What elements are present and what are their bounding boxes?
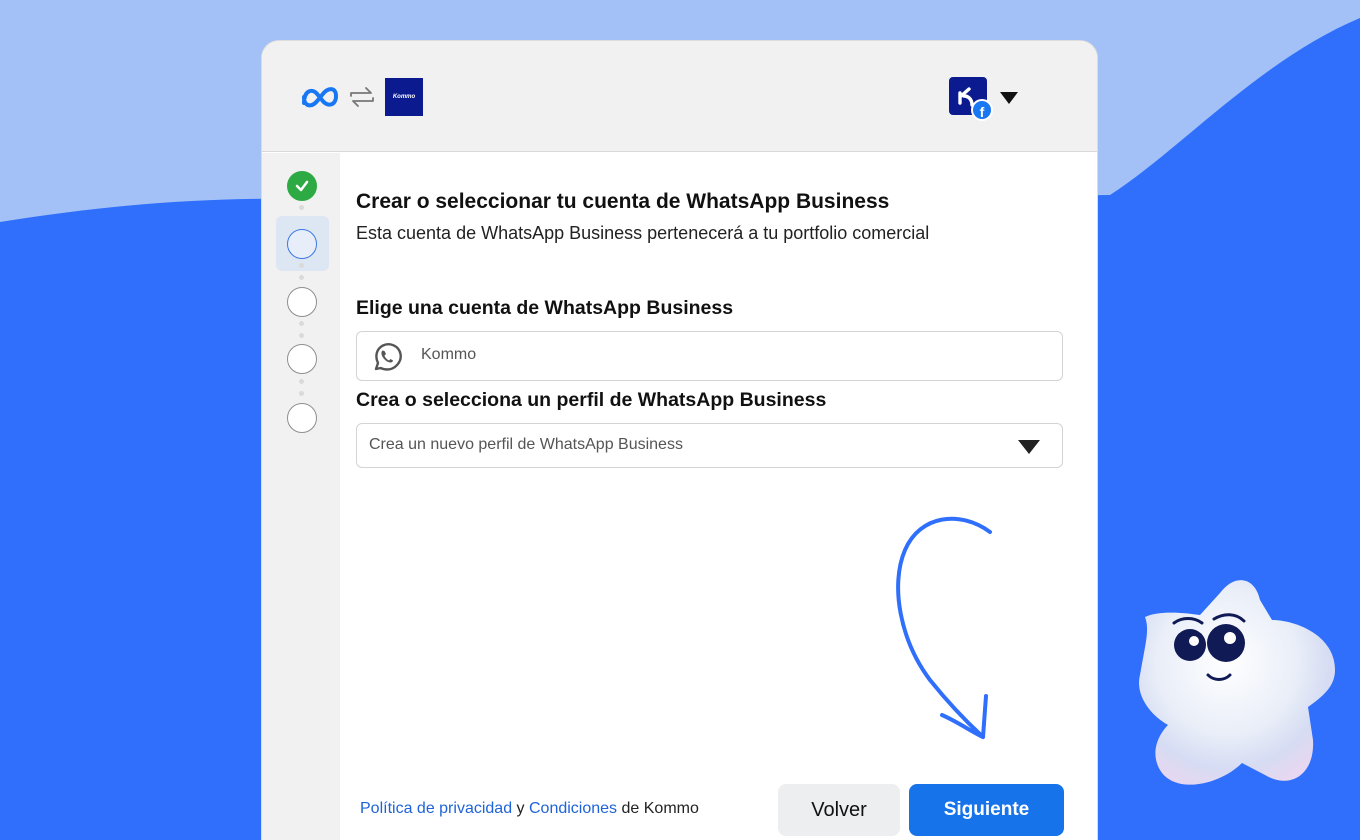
check-icon	[295, 180, 309, 192]
step-2-current	[287, 229, 317, 259]
chevron-down-icon	[1018, 440, 1040, 454]
step-connector	[299, 263, 304, 268]
step-connector	[299, 333, 304, 338]
account-value: Kommo	[421, 346, 477, 363]
star-mascot-icon	[1139, 580, 1335, 785]
step-connector	[299, 321, 304, 326]
terms-link[interactable]: Condiciones	[529, 800, 617, 817]
dialog-header: Kommo f	[262, 41, 1097, 152]
step-3	[287, 287, 317, 317]
kommo-logo: Kommo	[385, 78, 423, 116]
meta-logo-icon	[302, 87, 339, 108]
swap-arrows-icon	[350, 87, 374, 107]
profile-placeholder: Crea un nuevo perfil de WhatsApp Busines…	[369, 436, 683, 453]
step-4	[287, 344, 317, 374]
next-button[interactable]: Siguiente	[909, 784, 1064, 836]
page-subtitle: Esta cuenta de WhatsApp Business pertene…	[356, 223, 930, 243]
footer-suffix: de Kommo	[621, 800, 699, 817]
facebook-icon: f	[971, 99, 993, 121]
account-label: Elige una cuenta de WhatsApp Business	[356, 297, 734, 319]
step-1-complete	[287, 171, 317, 201]
step-connector	[299, 391, 304, 396]
step-connector	[299, 205, 304, 210]
step-connector	[299, 379, 304, 384]
step-progress	[262, 153, 340, 840]
account-avatar[interactable]: f	[949, 77, 993, 121]
whatsapp-profile-dropdown[interactable]: Crea un nuevo perfil de WhatsApp Busines…	[356, 423, 1063, 468]
privacy-policy-link[interactable]: Política de privacidad	[360, 800, 512, 817]
whatsapp-account-select[interactable]: Kommo	[356, 331, 1063, 381]
back-button[interactable]: Volver	[778, 784, 900, 836]
profile-label: Crea o selecciona un perfil de WhatsApp …	[356, 389, 827, 411]
step-5	[287, 403, 317, 433]
page-title: Crear o seleccionar tu cuenta de WhatsAp…	[356, 190, 890, 213]
footer-legal: Política de privacidad y Condiciones de …	[360, 800, 699, 818]
step-connector	[299, 275, 304, 280]
chevron-down-icon[interactable]	[1000, 92, 1018, 104]
footer-conjunction: y	[516, 800, 525, 817]
hand-drawn-arrow-icon	[896, 516, 992, 739]
whatsapp-icon	[374, 343, 402, 371]
